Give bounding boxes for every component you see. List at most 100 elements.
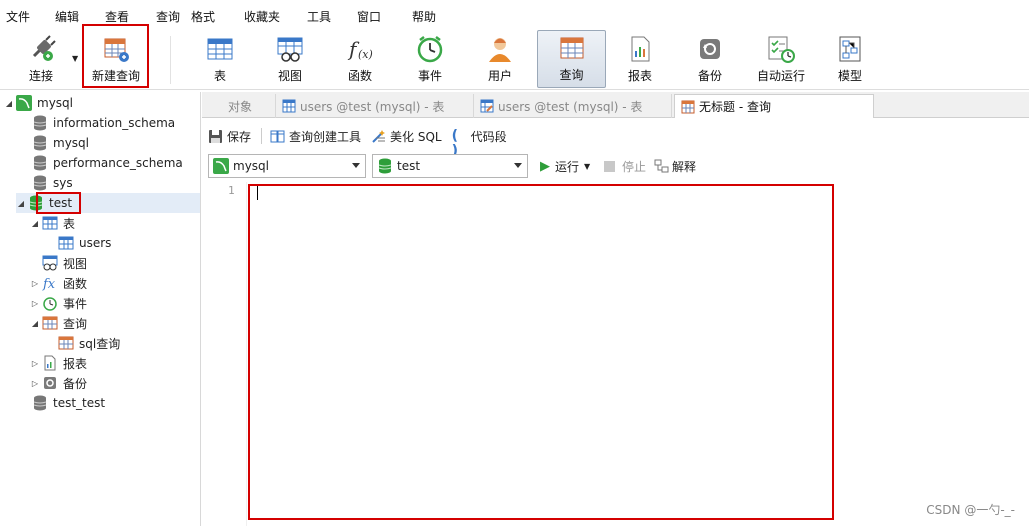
- query-button[interactable]: 查询: [537, 30, 606, 88]
- database-icon: [32, 115, 48, 131]
- mysql-connection-icon: [16, 95, 32, 111]
- menu-query[interactable]: 查询: [156, 8, 180, 25]
- event-button[interactable]: 事件: [408, 30, 452, 88]
- explain-button[interactable]: 解释: [654, 158, 696, 175]
- autorun-icon: [766, 34, 796, 64]
- backup-icon: [42, 375, 58, 391]
- run-button[interactable]: ▶ 运行 ▼: [540, 158, 590, 175]
- autorun-button[interactable]: 自动运行: [752, 30, 810, 88]
- expanded-arrow-icon[interactable]: ◢: [16, 199, 26, 208]
- function-icon: f (x): [345, 34, 375, 64]
- tree-database[interactable]: information_schema: [30, 113, 175, 133]
- database-icon: [377, 158, 393, 174]
- connection-select[interactable]: mysql: [208, 154, 366, 178]
- model-icon: [835, 34, 865, 64]
- tree-folder-reports[interactable]: ▷ 报表: [30, 353, 87, 373]
- expanded-arrow-icon[interactable]: ◢: [30, 319, 40, 328]
- collapsed-arrow-icon[interactable]: ▷: [30, 359, 40, 368]
- svg-text:(x): (x): [358, 48, 373, 61]
- stop-button[interactable]: 停止: [604, 158, 646, 175]
- query-icon: [681, 100, 695, 114]
- table-icon: [42, 215, 58, 231]
- view-icon: [42, 255, 58, 271]
- menu-favorites[interactable]: 收藏夹: [244, 8, 280, 25]
- collapsed-arrow-icon[interactable]: ▷: [30, 279, 40, 288]
- menu-file[interactable]: 文件: [6, 8, 30, 25]
- query-builder-button[interactable]: 查询创建工具: [270, 128, 361, 145]
- beautify-sql-button[interactable]: 美化 SQL: [371, 128, 442, 145]
- database-icon: [32, 175, 48, 191]
- query-icon: [42, 315, 58, 331]
- menu-bar: 文件 编辑 查看 查询 格式 收藏夹 工具 窗口 帮助: [0, 0, 1029, 30]
- clock-icon: [415, 34, 445, 64]
- report-icon: [625, 34, 655, 64]
- chevron-down-icon: [352, 163, 360, 168]
- chevron-down-icon: [514, 163, 522, 168]
- database-select[interactable]: test: [372, 154, 528, 178]
- tree-database[interactable]: sys: [30, 173, 73, 193]
- table-icon: [205, 34, 235, 64]
- report-button[interactable]: 报表: [618, 30, 662, 88]
- collapsed-arrow-icon[interactable]: ▷: [30, 299, 40, 308]
- view-icon: [275, 34, 305, 64]
- tree-connection-mysql[interactable]: ◢ mysql: [4, 93, 73, 113]
- tree-folder-views[interactable]: 视图: [40, 253, 87, 273]
- svg-text:fx: fx: [42, 277, 56, 291]
- save-icon: [208, 129, 223, 144]
- watermark: CSDN @一勺-_-: [926, 503, 1015, 517]
- model-button[interactable]: 模型: [828, 30, 872, 88]
- navigation-tree: ◢ mysql information_schema mysql perform…: [0, 92, 201, 526]
- tree-database[interactable]: test_test: [30, 393, 105, 413]
- run-dropdown-arrow-icon[interactable]: ▼: [584, 162, 590, 171]
- table-button[interactable]: 表: [198, 30, 242, 88]
- toolbar-separator: [170, 36, 171, 84]
- query-icon: [557, 33, 587, 63]
- stop-icon: [604, 161, 615, 172]
- tab-users-table-1[interactable]: users @test (mysql) - 表: [276, 94, 474, 118]
- sql-editor[interactable]: 1 CSDN @一勺-_-: [202, 182, 1029, 526]
- play-icon: ▶: [540, 159, 550, 174]
- tree-database[interactable]: mysql: [30, 133, 89, 153]
- clock-icon: [42, 295, 58, 311]
- toolbar-separator: [261, 128, 263, 144]
- tree-table-users[interactable]: users: [56, 233, 111, 253]
- user-button[interactable]: 用户: [478, 30, 522, 88]
- database-icon: [32, 135, 48, 151]
- parentheses-icon: ( ): [451, 127, 459, 159]
- menu-format[interactable]: 格式: [191, 8, 215, 25]
- view-button[interactable]: 视图: [268, 30, 312, 88]
- expanded-arrow-icon[interactable]: ◢: [4, 99, 14, 108]
- menu-help[interactable]: 帮助: [412, 8, 436, 25]
- tree-database[interactable]: performance_schema: [30, 153, 183, 173]
- database-icon: [32, 155, 48, 171]
- editor-gutter: [246, 182, 247, 526]
- tab-objects[interactable]: 对象: [222, 94, 276, 118]
- tab-untitled-query[interactable]: 无标题 - 查询: [674, 94, 874, 118]
- code-snippet-button[interactable]: ( ) 代码段: [451, 127, 507, 159]
- menu-tools[interactable]: 工具: [307, 8, 331, 25]
- tree-query-item[interactable]: sql查询: [56, 333, 120, 353]
- tree-folder-tables[interactable]: ◢ 表: [30, 213, 75, 233]
- function-button[interactable]: f (x) 函数: [338, 30, 382, 88]
- table-icon: [58, 235, 74, 251]
- tab-users-table-2[interactable]: users @test (mysql) - 表: [474, 94, 672, 118]
- query-options-row: mysql test ▶ 运行 ▼ 停止 解释: [202, 153, 1029, 179]
- menu-window[interactable]: 窗口: [357, 8, 381, 25]
- query-builder-icon: [270, 129, 285, 144]
- test-db-highlight: [36, 192, 81, 214]
- menu-view[interactable]: 查看: [105, 8, 129, 25]
- database-icon: [32, 395, 48, 411]
- connect-button[interactable]: 连接: [16, 30, 66, 88]
- tree-folder-functions[interactable]: ▷ fx 函数: [30, 273, 87, 293]
- tree-folder-events[interactable]: ▷ 事件: [30, 293, 87, 313]
- tree-folder-queries[interactable]: ◢ 查询: [30, 313, 87, 333]
- backup-button[interactable]: 备份: [688, 30, 732, 88]
- tree-folder-backups[interactable]: ▷ 备份: [30, 373, 87, 393]
- editor-highlight: [248, 184, 834, 520]
- save-button[interactable]: 保存: [208, 128, 251, 145]
- mysql-connection-icon: [213, 158, 229, 174]
- collapsed-arrow-icon[interactable]: ▷: [30, 379, 40, 388]
- expanded-arrow-icon[interactable]: ◢: [30, 219, 40, 228]
- menu-edit[interactable]: 编辑: [55, 8, 79, 25]
- connect-dropdown-arrow-icon[interactable]: ▼: [72, 54, 78, 63]
